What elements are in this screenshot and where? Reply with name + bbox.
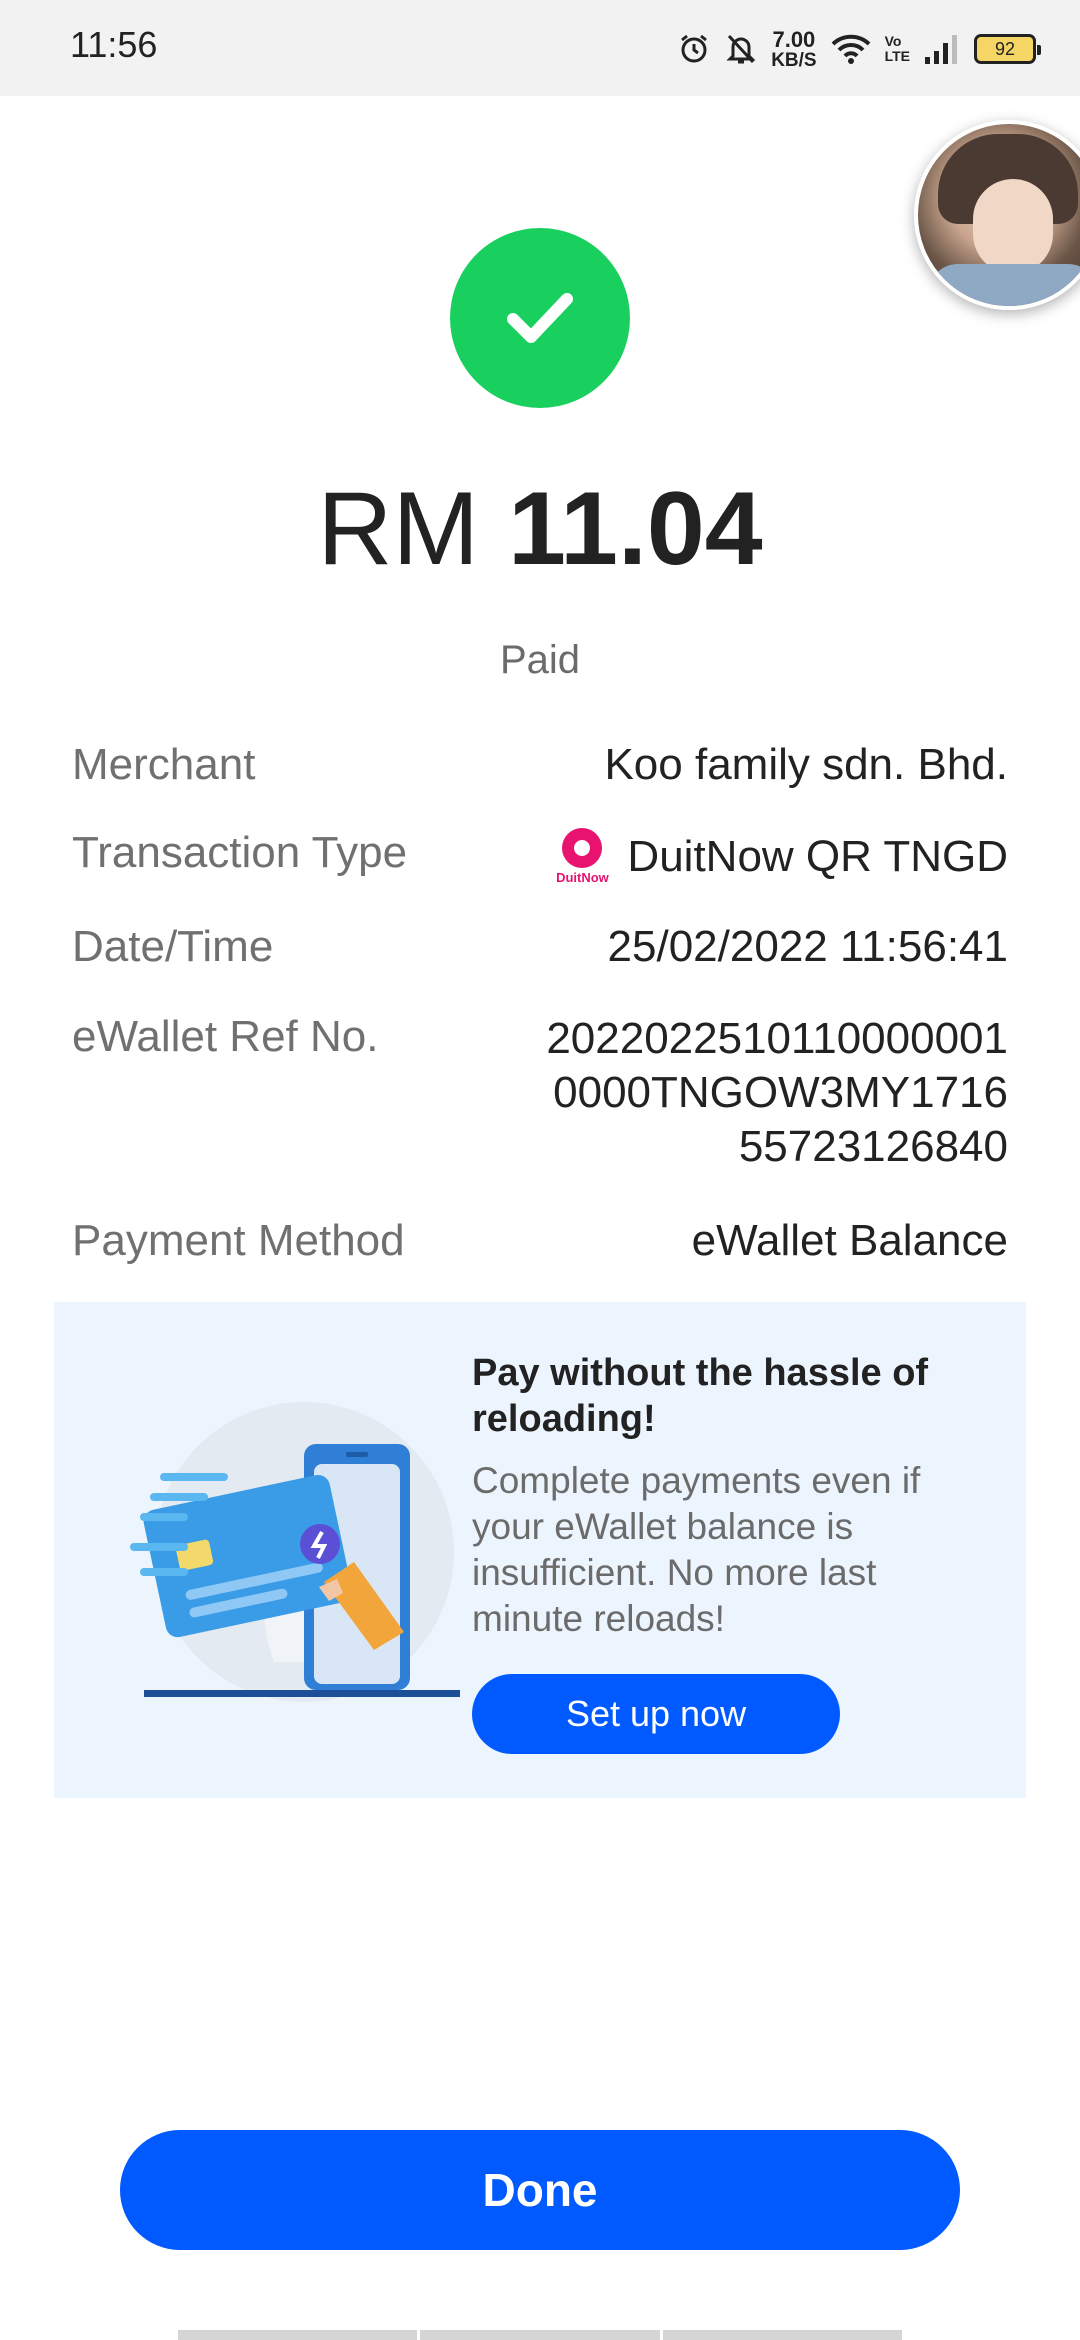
network-speed: 7.00 KB/S <box>771 26 817 71</box>
payment-amount: RM 11.04 <box>0 470 1080 589</box>
nav-segment <box>663 2330 902 2340</box>
ewallet-ref-row: eWallet Ref No. 2022022510110000001 0000… <box>72 1012 1008 1174</box>
payment-method-row: Payment Method eWallet Balance <box>72 1216 1008 1266</box>
datetime-row: Date/Time 25/02/2022 11:56:41 <box>72 922 1008 972</box>
set-up-now-button[interactable]: Set up now <box>472 1674 840 1754</box>
signal-icon <box>924 33 960 65</box>
success-check-icon <box>450 228 630 408</box>
status-icons: 7.00 KB/S Vo LTE 92 <box>677 24 1041 74</box>
merchant-value: Koo family sdn. Bhd. <box>604 740 1008 789</box>
gesture-navigation-bar[interactable] <box>178 2330 902 2340</box>
datetime-label: Date/Time <box>72 922 274 971</box>
ewallet-ref-line: 55723126840 <box>738 1122 1008 1171</box>
transaction-type-text: DuitNow QR TNGD <box>627 831 1008 881</box>
ewallet-ref-line: 0000TNGOW3MY1716 <box>553 1068 1008 1117</box>
ewallet-ref-value: 2022022510110000001 0000TNGOW3MY1716 557… <box>546 1012 1008 1174</box>
battery-icon: 92 <box>974 34 1041 64</box>
status-time: 11:56 <box>70 24 158 65</box>
ewallet-ref-line: 2022022510110000001 <box>546 1014 1008 1063</box>
promo-description: Complete payments even if your eWallet b… <box>472 1460 921 1639</box>
duitnow-logo-mark <box>562 828 603 868</box>
floating-avatar[interactable] <box>914 120 1080 310</box>
network-speed-value: 7.00 <box>772 26 816 52</box>
amount-value: 11.04 <box>508 471 763 587</box>
nav-segment <box>178 2330 421 2340</box>
payment-method-label: Payment Method <box>72 1216 405 1265</box>
payment-method-value: eWallet Balance <box>691 1216 1008 1265</box>
merchant-row: Merchant Koo family sdn. Bhd. <box>72 740 1008 790</box>
network-speed-unit: KB/S <box>771 49 817 71</box>
volte-indicator: Vo LTE <box>885 34 910 63</box>
volte-bottom: LTE <box>884 48 910 64</box>
avatar-shirt <box>928 264 1080 306</box>
ewallet-ref-label: eWallet Ref No. <box>72 1012 379 1061</box>
nav-segment <box>420 2330 663 2340</box>
promo-title: Pay without the hassle of reloading! <box>472 1352 929 1440</box>
alarm-icon <box>677 32 711 66</box>
datetime-value: 25/02/2022 11:56:41 <box>607 922 1008 971</box>
volte-top: Vo <box>884 33 902 50</box>
duitnow-logo-text: DuitNow <box>556 870 609 885</box>
wifi-icon <box>831 33 871 65</box>
transaction-type-row: Transaction Type DuitNow DuitNow QR TNGD <box>72 828 1008 885</box>
avatar-face <box>973 179 1053 274</box>
status-bar: 11:56 7.00 KB/S Vo LTE 92 <box>0 0 1080 96</box>
bell-off-icon <box>725 32 757 66</box>
duitnow-logo-icon: DuitNow <box>551 828 613 885</box>
amount-currency: RM <box>317 471 480 587</box>
promo-illustration <box>124 1382 484 1722</box>
payment-status: Paid <box>499 638 581 682</box>
done-button[interactable]: Done <box>120 2130 960 2250</box>
transaction-type-value: DuitNow DuitNow QR TNGD <box>551 828 1008 885</box>
promo-banner: Pay without the hassle of reloading! Com… <box>54 1302 1026 1798</box>
transaction-type-label: Transaction Type <box>72 828 408 877</box>
merchant-label: Merchant <box>72 740 256 789</box>
